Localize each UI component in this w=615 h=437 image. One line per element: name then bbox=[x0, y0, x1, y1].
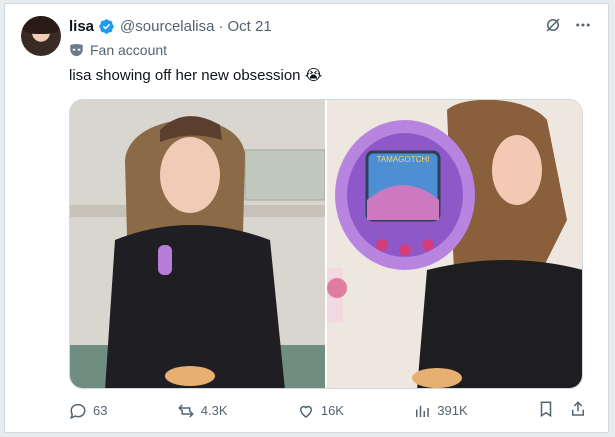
action-bar: 63 4.3K 16K 391K bbox=[69, 400, 587, 421]
author-handle[interactable]: @sourcelalisa bbox=[120, 18, 214, 35]
views-button[interactable]: 391K bbox=[413, 402, 468, 420]
more-options-icon[interactable] bbox=[574, 16, 592, 34]
heart-icon bbox=[299, 405, 312, 418]
share-icon[interactable] bbox=[569, 400, 587, 421]
repost-icon bbox=[177, 403, 194, 418]
tweet-card[interactable]: lisa @sourcelalisa · Oct 21 Fan account … bbox=[4, 3, 609, 433]
bookmark-icon[interactable] bbox=[537, 400, 555, 421]
repost-button[interactable]: 4.3K bbox=[177, 402, 228, 420]
photo-1[interactable] bbox=[70, 100, 327, 388]
repost-count: 4.3K bbox=[200, 403, 228, 418]
device-screen-text: TAMAGOTCHI bbox=[377, 155, 430, 164]
photo-2-illustration: TAMAGOTCHI bbox=[327, 100, 582, 388]
secondary-actions bbox=[537, 400, 587, 421]
grok-icon[interactable] bbox=[544, 16, 562, 34]
view-count: 391K bbox=[437, 403, 468, 418]
avatar[interactable] bbox=[21, 16, 61, 56]
views-icon bbox=[416, 405, 430, 417]
photo-2[interactable]: TAMAGOTCHI bbox=[327, 100, 582, 388]
mask-icon bbox=[69, 43, 84, 57]
tweet-date[interactable]: Oct 21 bbox=[227, 18, 271, 35]
fan-account-text: Fan account bbox=[90, 42, 168, 58]
reply-count: 63 bbox=[93, 403, 108, 418]
like-button[interactable]: 16K bbox=[297, 402, 344, 420]
reply-button[interactable]: 63 bbox=[69, 402, 107, 420]
separator-dot: · bbox=[218, 18, 224, 35]
like-count: 16K bbox=[320, 403, 344, 418]
top-actions bbox=[544, 16, 592, 34]
fan-account-label: Fan account bbox=[69, 42, 167, 58]
reply-icon bbox=[70, 403, 86, 419]
tweet-header: lisa @sourcelalisa · Oct 21 bbox=[69, 18, 272, 35]
author-name[interactable]: lisa bbox=[69, 18, 94, 35]
tweet-text: lisa showing off her new obsession 😭 bbox=[69, 67, 323, 84]
verified-badge-icon bbox=[98, 18, 115, 35]
media-gallery[interactable]: TAMAGOTCHI bbox=[69, 99, 583, 389]
photo-1-illustration bbox=[70, 100, 325, 388]
